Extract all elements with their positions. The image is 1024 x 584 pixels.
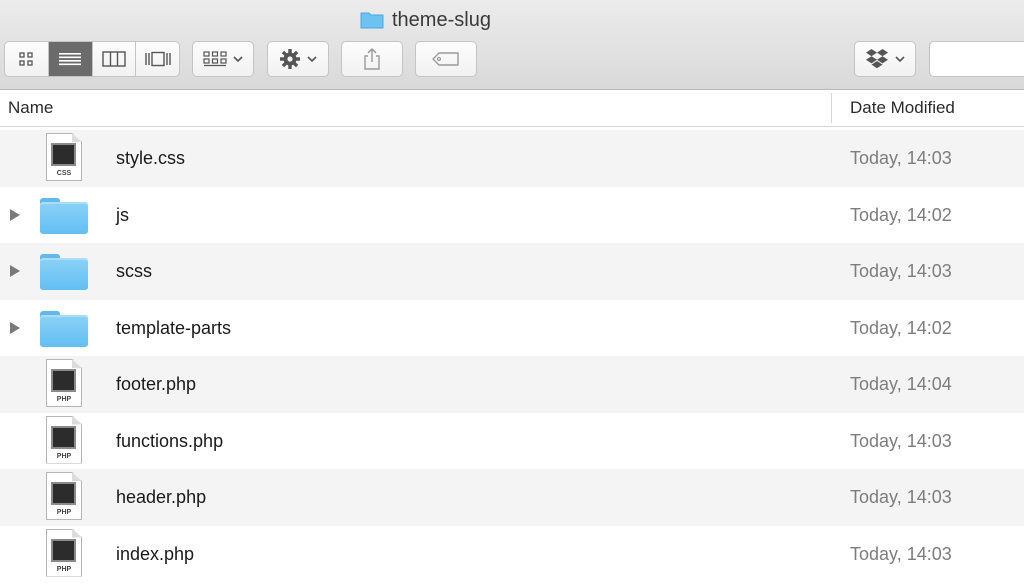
action-button[interactable] — [267, 41, 329, 77]
column-view-button[interactable] — [93, 42, 137, 76]
view-mode-segmented-control — [4, 41, 180, 77]
folder-icon — [38, 190, 90, 240]
share-button[interactable] — [341, 41, 403, 77]
cover-flow-view-button[interactable] — [136, 42, 179, 76]
arrange-button[interactable] — [192, 41, 254, 77]
date-modified: Today, 14:03 — [850, 487, 952, 507]
icon-view-button[interactable] — [5, 42, 49, 76]
file-name: js — [116, 204, 129, 225]
date-modified: Today, 14:03 — [850, 261, 952, 281]
file-name: style.css — [116, 148, 186, 168]
date-modified: Today, 14:02 — [850, 204, 952, 225]
arrange-grid-icon — [203, 51, 227, 67]
folder-icon — [38, 303, 90, 353]
list-item[interactable]: js Today, 14:02 — [0, 186, 1024, 243]
list-item[interactable]: PHP footer.php Today, 14:04 — [0, 356, 1024, 413]
disclosure-triangle-icon[interactable] — [10, 265, 20, 277]
php-file-icon: PHP — [38, 415, 90, 466]
list-item[interactable]: scss Today, 14:03 — [0, 243, 1024, 300]
list-item[interactable]: template-parts Today, 14:02 — [0, 299, 1024, 356]
php-file-icon: PHP — [38, 528, 90, 579]
file-extension-label: PHP — [56, 509, 72, 516]
dropbox-icon — [866, 49, 888, 69]
date-modified: Today, 14:03 — [850, 543, 952, 564]
icon-view-icon — [19, 52, 34, 66]
folder-icon — [38, 246, 90, 296]
date-modified: Today, 14:02 — [850, 317, 952, 338]
column-header: Name Date Modified — [0, 90, 1024, 127]
file-name: functions.php — [116, 430, 224, 451]
date-modified: Today, 14:03 — [850, 430, 952, 451]
name-column-header[interactable]: Name — [8, 98, 53, 118]
file-extension-label: PHP — [56, 396, 72, 403]
folder-icon — [360, 11, 384, 29]
tag-icon — [432, 52, 459, 66]
chevron-down-icon — [307, 55, 317, 62]
file-name: header.php — [116, 487, 207, 507]
file-name: footer.php — [116, 374, 197, 394]
file-extension-label: PHP — [56, 452, 72, 460]
file-name: scss — [116, 261, 152, 281]
file-name: template-parts — [116, 317, 232, 338]
list-view-button[interactable] — [48, 42, 93, 76]
column-view-icon — [102, 51, 126, 67]
list-item[interactable]: PHP functions.php Today, 14:03 — [0, 412, 1024, 469]
file-extension-label: PHP — [56, 565, 72, 573]
gear-icon — [280, 49, 300, 69]
php-file-icon: PHP — [38, 472, 90, 522]
file-list: CSS style.css Today, 14:03 js Today, 14:… — [0, 130, 1024, 582]
window-title: theme-slug — [360, 7, 491, 33]
chevron-down-icon — [895, 55, 905, 62]
window-toolbar: theme-slug — [0, 0, 1024, 90]
list-item[interactable]: PHP index.php Today, 14:03 — [0, 525, 1024, 582]
file-name: index.php — [116, 543, 195, 564]
disclosure-triangle-icon[interactable] — [10, 208, 20, 221]
file-extension-label: CSS — [56, 170, 72, 177]
disclosure-triangle-icon[interactable] — [10, 321, 20, 334]
dropbox-button[interactable] — [854, 41, 916, 77]
php-file-icon: PHP — [38, 359, 90, 409]
cover-flow-icon — [144, 51, 171, 67]
tags-button[interactable] — [415, 41, 477, 77]
share-icon — [364, 48, 380, 70]
chevron-down-icon — [233, 55, 243, 62]
window-title-text: theme-slug — [392, 8, 491, 31]
list-view-icon — [59, 53, 82, 66]
list-item[interactable]: PHP header.php Today, 14:03 — [0, 469, 1024, 526]
search-field[interactable] — [929, 41, 1024, 77]
column-divider[interactable] — [831, 93, 832, 123]
date-modified-column-header[interactable]: Date Modified — [850, 98, 955, 118]
date-modified: Today, 14:04 — [850, 374, 952, 394]
css-file-icon: CSS — [38, 133, 90, 183]
list-item[interactable]: CSS style.css Today, 14:03 — [0, 130, 1024, 187]
date-modified: Today, 14:03 — [850, 148, 952, 168]
